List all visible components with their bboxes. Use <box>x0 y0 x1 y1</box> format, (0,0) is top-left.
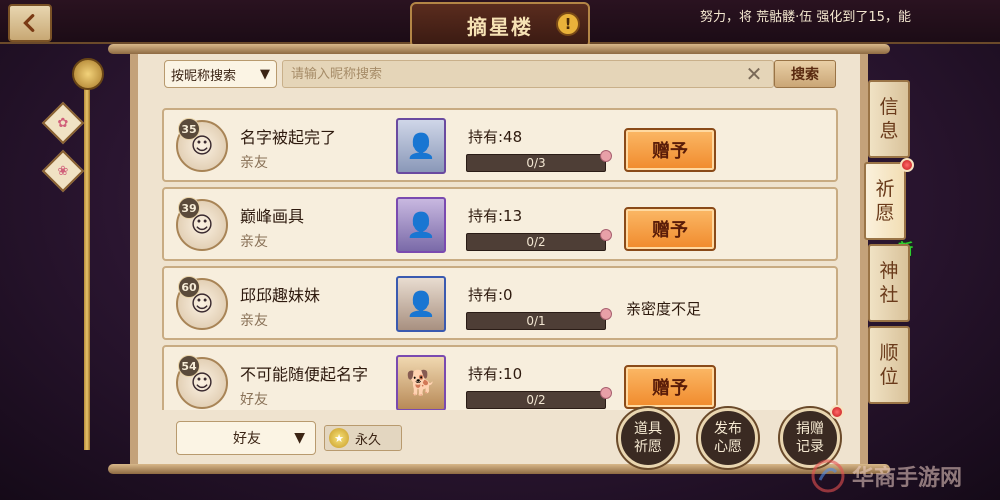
triangle-down-icon: ▼ <box>294 430 305 446</box>
friend-row: ☺ 35 名字被起完了 亲友 👤 持有:48 0/3 赠予 <box>162 108 838 182</box>
gift-button[interactable]: 赠予 <box>624 128 716 172</box>
level-badge: 54 <box>178 355 200 377</box>
search-mode-dropdown[interactable]: 按昵称搜索 ▼ <box>164 60 277 88</box>
donation-log-label: 捐赠记录 <box>796 421 824 455</box>
progress-text: 0/3 <box>526 156 546 170</box>
friend-row: ☺ 39 巅峰画具 亲友 👤 持有:13 0/2 赠予 <box>162 187 838 261</box>
tab-shrine[interactable]: 神社 <box>868 244 910 322</box>
tab-info-label: 信息 <box>879 96 899 142</box>
level-badge: 39 <box>178 197 200 219</box>
friend-name: 名字被起完了 <box>240 128 337 147</box>
page-title: 摘星楼 <box>467 14 533 39</box>
watermark: 华商手游网 <box>810 452 1000 500</box>
side-pole <box>84 70 90 450</box>
progress-bar: 0/2 <box>466 233 606 251</box>
tab-shrine-label: 神社 <box>879 260 899 306</box>
clear-icon[interactable]: ✕ <box>742 62 766 86</box>
tab-rank-label: 顺位 <box>879 342 899 388</box>
watermark-logo-icon <box>811 459 845 493</box>
progress-bar: 0/1 <box>466 312 606 330</box>
hold-count: 持有:13 <box>468 207 523 225</box>
sakura-icon: ✿ <box>57 115 69 131</box>
arrow-left-icon <box>23 14 35 32</box>
intimacy-insufficient-label: 亲密度不足 <box>626 300 702 318</box>
post-wish-label: 发布心愿 <box>714 421 742 455</box>
friend-name: 不可能随便起名字 <box>240 365 369 384</box>
shikigami-card-icon: 👤 <box>396 276 446 332</box>
side-flower-button-1[interactable]: ✿ <box>41 101 85 145</box>
item-wish-label: 道具祈愿 <box>634 421 662 455</box>
scroll-roller-top <box>108 44 890 54</box>
relation-label: 亲友 <box>240 234 268 250</box>
notification-dot <box>830 405 844 419</box>
friend-row: ☺ 60 邱邱趣妹妹 亲友 👤 持有:0 0/1 亲密度不足 <box>162 266 838 340</box>
coin-icon: ★ <box>329 428 349 448</box>
level-badge: 35 <box>178 118 200 140</box>
progress-bar: 0/3 <box>466 154 606 172</box>
progress-text: 0/2 <box>526 235 546 249</box>
notification-dot <box>900 158 914 172</box>
search-button[interactable]: 搜索 <box>774 60 836 88</box>
peach-icon <box>600 229 612 241</box>
tab-wish[interactable]: 祈愿 <box>864 162 906 240</box>
hold-count: 持有:0 <box>468 286 513 304</box>
scroll-roller-bottom <box>108 464 890 474</box>
duration-label: 永久 <box>355 432 382 448</box>
progress-text: 0/2 <box>526 393 546 407</box>
duration-selector[interactable]: ★ 永久 <box>324 425 402 451</box>
gift-button[interactable]: 赠予 <box>624 207 716 251</box>
friend-row: ☺ 54 不可能随便起名字 好友 🐕 持有:10 0/2 赠予 <box>162 345 838 410</box>
gift-button[interactable]: 赠予 <box>624 365 716 409</box>
tab-rank[interactable]: 顺位 <box>868 326 910 404</box>
peach-icon <box>600 308 612 320</box>
item-wish-button[interactable]: 道具祈愿 <box>616 406 680 470</box>
hold-count: 持有:10 <box>468 365 523 383</box>
post-wish-button[interactable]: 发布心愿 <box>696 406 760 470</box>
friend-name: 邱邱趣妹妹 <box>240 286 321 305</box>
tab-wish-label: 祈愿 <box>875 178 895 224</box>
hold-count: 持有:48 <box>468 128 523 146</box>
peach-icon <box>600 150 612 162</box>
back-button[interactable] <box>8 4 52 42</box>
triangle-down-icon: ▼ <box>260 66 270 82</box>
nickname-search-input[interactable] <box>282 60 774 88</box>
level-badge: 60 <box>178 276 200 298</box>
progress-bar: 0/2 <box>466 391 606 409</box>
tab-info[interactable]: 信息 <box>868 80 910 158</box>
gong-icon <box>72 58 104 90</box>
relation-label: 亲友 <box>240 313 268 329</box>
relation-label: 亲友 <box>240 155 268 171</box>
search-mode-label: 按昵称搜索 <box>171 68 237 84</box>
friend-filter-dropdown[interactable]: 好友 ▼ <box>176 421 316 455</box>
relation-label: 好友 <box>240 392 268 408</box>
lotus-icon: ❀ <box>57 163 69 179</box>
exclamation-icon[interactable]: ! <box>556 12 580 36</box>
filter-label: 好友 <box>233 431 261 447</box>
side-flower-button-2[interactable]: ❀ <box>41 149 85 193</box>
friend-list[interactable]: ☺ 35 名字被起完了 亲友 👤 持有:48 0/3 赠予 ☺ 39 巅峰画具 … <box>162 108 838 410</box>
shikigami-card-icon: 👤 <box>396 197 446 253</box>
peach-icon <box>600 387 612 399</box>
progress-text: 0/1 <box>526 314 546 328</box>
broadcast-ticker: 努力，将 荒骷髅·伍 强化到了15，能 <box>700 10 911 25</box>
watermark-text: 华商手游网 <box>852 466 963 491</box>
friend-name: 巅峰画具 <box>240 207 305 226</box>
shikigami-card-icon: 🐕 <box>396 355 446 410</box>
shikigami-card-icon: 👤 <box>396 118 446 174</box>
